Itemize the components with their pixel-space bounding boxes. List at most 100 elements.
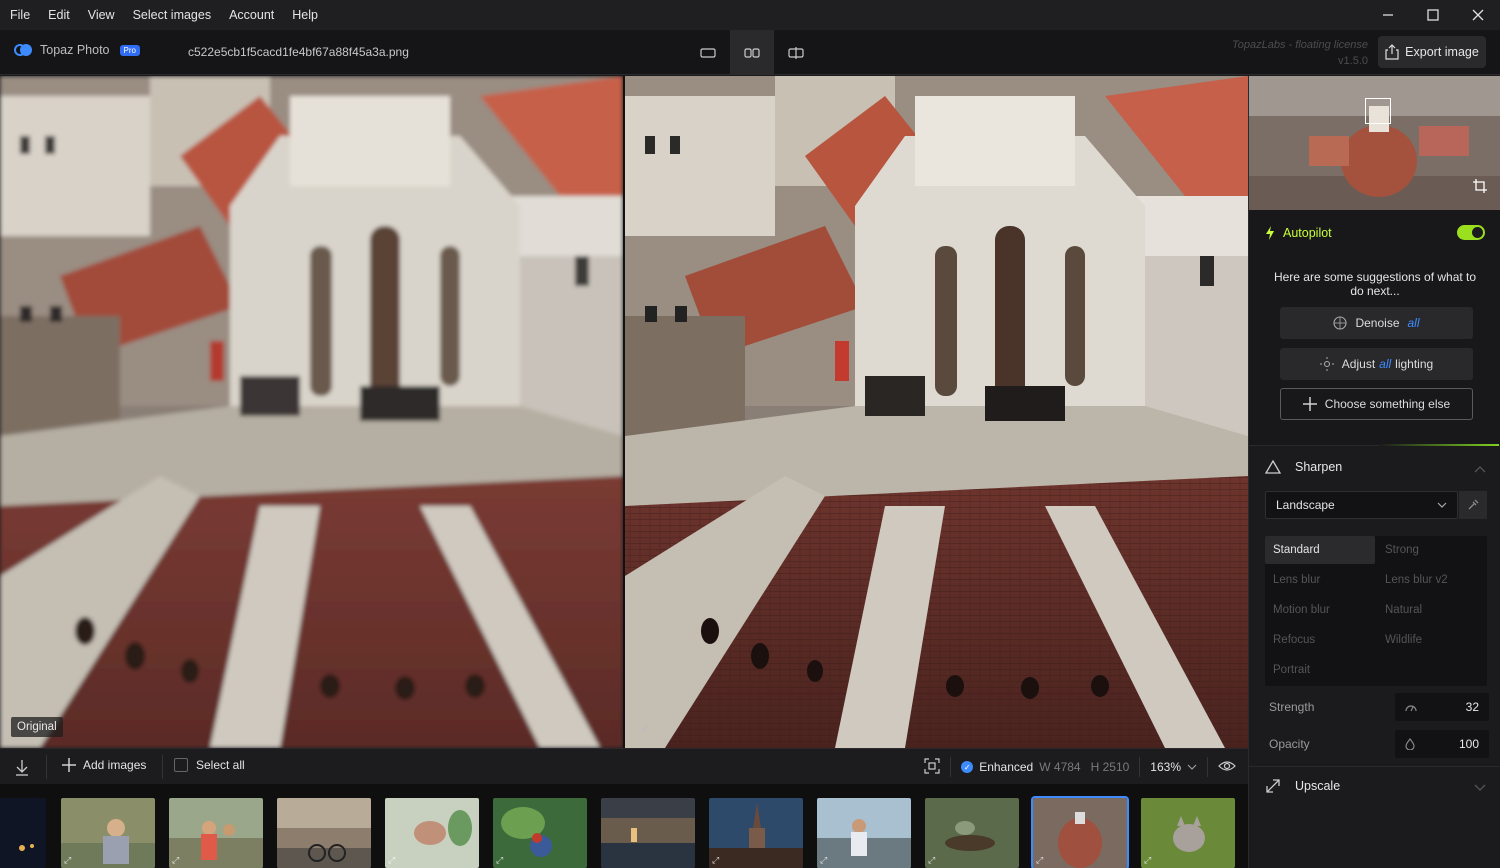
light-sun-icon (1319, 357, 1334, 371)
zoom-dropdown[interactable]: 163% (1150, 760, 1197, 774)
thumbnail[interactable]: ⤢ (169, 798, 263, 868)
chevron-down-icon[interactable] (1474, 781, 1486, 795)
sharpen-model-grid: Standard Strong Lens blur Lens blur v2 M… (1265, 536, 1487, 686)
adjust-lighting-suggestion-button[interactable]: Adjust all lighting (1280, 348, 1473, 380)
chevron-down-icon (1187, 764, 1197, 770)
upscale-arrows-icon (1266, 779, 1280, 793)
navigator-minimap[interactable] (1249, 76, 1500, 210)
collapse-filmstrip-button[interactable] (12, 757, 32, 780)
minimize-button[interactable] (1365, 0, 1410, 30)
export-image-button[interactable]: Export image (1378, 36, 1486, 68)
denoise-all-tag: all (1407, 316, 1420, 330)
subject-picker-button[interactable] (1459, 491, 1487, 519)
side-by-side-view-icon (744, 47, 760, 58)
autopilot-section: Autopilot Here are some suggestions of w… (1249, 210, 1500, 446)
droplet-icon (1405, 738, 1415, 750)
crop-button[interactable] (1473, 179, 1487, 196)
export-icon (1385, 44, 1399, 60)
denoise-label: Denoise (1355, 316, 1400, 330)
side-by-side-view-button[interactable] (730, 30, 774, 75)
choose-something-else-button[interactable]: Choose something else (1280, 388, 1473, 420)
thumbnail[interactable] (277, 798, 371, 868)
original-image (0, 76, 623, 748)
viewport-indicator[interactable] (1365, 98, 1391, 124)
thumbnail[interactable]: ⤢ (493, 798, 587, 868)
autopilot-toggle[interactable] (1457, 225, 1485, 240)
lightning-icon (1266, 226, 1274, 240)
thumbnail[interactable] (601, 798, 695, 868)
image-height: H 2510 (1090, 760, 1130, 774)
thumbnail[interactable]: ⤢ (925, 798, 1019, 868)
opacity-input[interactable]: 100 (1395, 730, 1489, 758)
opacity-row: Opacity 100 (1269, 730, 1489, 758)
gauge-icon (1405, 705, 1417, 712)
file-name: c522e5cb1f5cacd1fe4bf67a88f45a3a.png (188, 45, 409, 59)
chevron-up-icon[interactable] (1474, 462, 1486, 476)
close-button[interactable] (1455, 0, 1500, 30)
opacity-value: 100 (1458, 737, 1479, 751)
sharpen-preset-select[interactable]: Landscape (1265, 491, 1458, 519)
enhance-status-icon: ⤢ (496, 855, 504, 865)
original-label: Original (11, 717, 63, 737)
enhance-status-icon: ⤢ (1036, 855, 1044, 865)
export-label: Export image (1405, 45, 1479, 59)
menu-help[interactable]: Help (283, 0, 327, 30)
thumbnail[interactable]: ⤢ (61, 798, 155, 868)
denoise-icon (1333, 316, 1348, 330)
menu-bar: File Edit View Select images Account Hel… (0, 0, 1500, 30)
zoom-value: 163% (1150, 760, 1181, 774)
menu-select-images[interactable]: Select images (124, 0, 221, 30)
model-motion-blur[interactable]: Motion blur (1265, 596, 1375, 624)
model-lens-blur-v2[interactable]: Lens blur v2 (1377, 566, 1487, 594)
preview-toggle-button[interactable] (1218, 760, 1236, 775)
sharpen-title: Sharpen (1295, 460, 1343, 474)
enhanced-image-pane[interactable] (625, 76, 1248, 748)
split-view-button[interactable] (774, 30, 818, 75)
model-natural[interactable]: Natural (1377, 596, 1487, 624)
model-standard[interactable]: Standard (1265, 536, 1375, 564)
single-view-button[interactable] (686, 30, 730, 75)
thumbnail[interactable] (0, 798, 46, 868)
single-view-icon (700, 47, 716, 58)
thumbnail[interactable]: ⤢ (817, 798, 911, 868)
adjust-label: Adjust (1341, 357, 1376, 371)
chevron-down-icon (1437, 502, 1447, 508)
checkmark-icon: ✓ (640, 720, 651, 735)
model-wildlife[interactable]: Wildlife (1377, 626, 1487, 654)
menu-view[interactable]: View (79, 0, 124, 30)
fit-to-screen-button[interactable] (924, 757, 940, 777)
thumbnail[interactable]: ⤢ (709, 798, 803, 868)
crop-icon (1473, 179, 1487, 193)
menu-account[interactable]: Account (220, 0, 283, 30)
strength-row: Strength 32 (1269, 693, 1489, 721)
arrow-down-icon (16, 760, 28, 776)
add-images-button[interactable]: Add images (62, 758, 146, 772)
eyedropper-icon (1468, 499, 1479, 510)
navigator-image (1249, 76, 1500, 210)
menu-file[interactable]: File (0, 0, 39, 30)
model-lens-blur[interactable]: Lens blur (1265, 566, 1375, 594)
thumbnail[interactable]: ⤢ (1141, 798, 1235, 868)
select-all-checkbox[interactable]: Select all (174, 758, 245, 772)
model-portrait[interactable]: Portrait (1265, 656, 1375, 684)
enhance-status-icon: ⤢ (928, 855, 936, 865)
thumbnail-selected[interactable]: ⤢ (1031, 796, 1129, 868)
close-icon (1472, 9, 1483, 21)
sharpen-header[interactable]: Sharpen (1265, 460, 1342, 474)
lighting-label: lighting (1395, 357, 1434, 371)
checkbox-box[interactable] (174, 758, 188, 772)
denoise-suggestion-button[interactable]: Denoise all (1280, 307, 1473, 339)
model-strong[interactable]: Strong (1377, 536, 1487, 564)
toolbar-divider (46, 755, 47, 779)
maximize-button[interactable] (1410, 0, 1455, 30)
strength-input[interactable]: 32 (1395, 693, 1489, 721)
license-text: TopazLabs - floating license (1232, 39, 1368, 51)
original-image-pane[interactable] (0, 76, 623, 748)
toolbar-divider (1139, 757, 1141, 777)
model-refocus[interactable]: Refocus (1265, 626, 1375, 654)
upscale-header[interactable]: Upscale (1265, 778, 1340, 794)
thumbnail[interactable]: ⤢ (385, 798, 479, 868)
menu-edit[interactable]: Edit (39, 0, 79, 30)
bottom-toolbar: Add images Select all ✓ Enhanced W 4784 … (0, 748, 1248, 784)
enhanced-image (625, 76, 1248, 748)
